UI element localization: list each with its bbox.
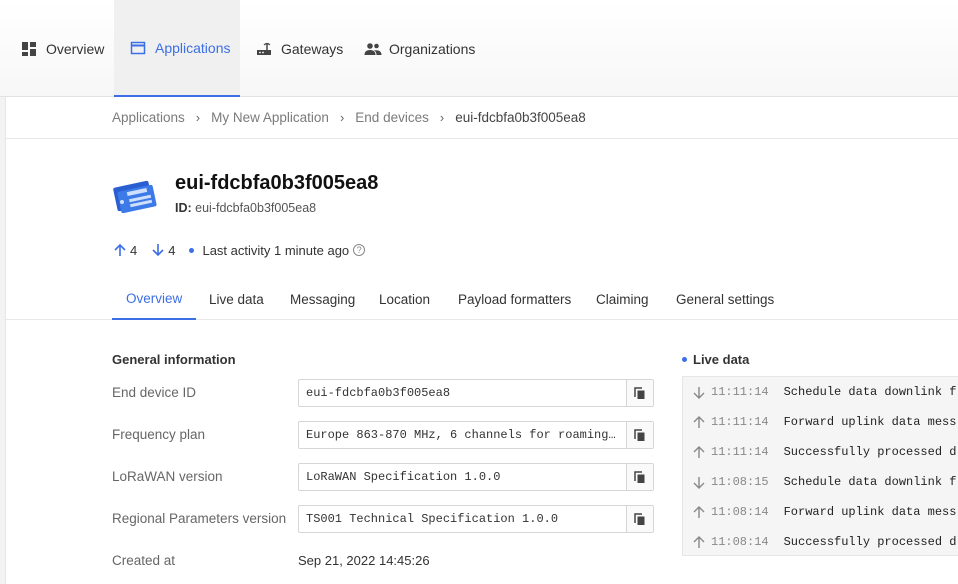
- breadcrumb-end-devices[interactable]: End devices: [355, 110, 429, 125]
- tab-general-settings[interactable]: General settings: [662, 278, 788, 320]
- status-dot: [189, 247, 195, 253]
- arrow-down-icon: [693, 386, 705, 399]
- live-data-title[interactable]: Live data: [682, 352, 749, 367]
- people-icon: [364, 41, 382, 57]
- dashboard-icon: [21, 41, 37, 57]
- live-event-row[interactable]: 11:08:14 Forward uplink data mess: [683, 497, 958, 527]
- nav-organizations-label: Organizations: [389, 40, 476, 57]
- arrow-up-icon: [693, 445, 705, 458]
- breadcrumb-applications[interactable]: Applications: [112, 110, 185, 125]
- lorawan-version-field: LoRaWAN Specification 1.0.0: [298, 463, 654, 491]
- help-icon[interactable]: ?: [353, 244, 366, 256]
- lorawan-version-value[interactable]: LoRaWAN Specification 1.0.0: [299, 464, 626, 490]
- copy-button[interactable]: [626, 380, 653, 406]
- created-at-value: Sep 21, 2022 14:45:26: [298, 553, 430, 568]
- window-icon: [130, 40, 146, 56]
- tab-location[interactable]: Location: [365, 278, 444, 320]
- end-device-icon: [113, 174, 161, 214]
- frequency-plan-label: Frequency plan: [112, 427, 206, 442]
- live-event-row[interactable]: 11:11:14 Forward uplink data mess: [683, 407, 958, 437]
- nav-applications[interactable]: Applications: [114, 0, 240, 97]
- nav-gateways-label: Gateways: [281, 40, 344, 57]
- copy-icon: [634, 470, 645, 483]
- arrow-up-icon: [693, 505, 705, 518]
- regional-parameters-field: TS001 Technical Specification 1.0.0: [298, 505, 654, 533]
- sidebar-strip: [0, 97, 6, 584]
- nav-overview[interactable]: Overview: [8, 0, 117, 97]
- breadcrumb-current-device: eui-fdcbfa0b3f005ea8: [455, 110, 586, 125]
- end-device-id-value[interactable]: eui-fdcbfa0b3f005ea8: [299, 380, 626, 406]
- device-tabs: Overview Live data Messaging Location Pa…: [6, 278, 958, 320]
- nav-overview-label: Overview: [46, 40, 105, 57]
- end-device-id-label: End device ID: [112, 385, 197, 400]
- tab-live-data[interactable]: Live data: [195, 278, 278, 320]
- nav-organizations[interactable]: Organizations: [351, 0, 488, 97]
- breadcrumb-application[interactable]: My New Application: [211, 110, 329, 125]
- page-title: eui-fdcbfa0b3f005ea8: [175, 172, 379, 194]
- nav-applications-label: Applications: [155, 39, 231, 56]
- device-stats: 4 4 Last activity 1 minute ago ?: [113, 240, 379, 260]
- frequency-plan-value[interactable]: Europe 863-870 MHz, 6 channels for roami…: [299, 422, 626, 448]
- frequency-plan-field: Europe 863-870 MHz, 6 channels for roami…: [298, 421, 654, 449]
- live-event-row[interactable]: 11:08:14 Successfully processed d: [683, 527, 958, 555]
- tab-payload-formatters[interactable]: Payload formatters: [444, 278, 585, 320]
- lorawan-version-label: LoRaWAN version: [112, 469, 223, 484]
- router-icon: [256, 41, 272, 57]
- arrow-down-icon: [152, 244, 164, 257]
- chevron-right-icon: ›: [339, 110, 345, 125]
- arrow-up-icon: [693, 535, 705, 548]
- copy-button[interactable]: [626, 506, 653, 532]
- uplink-count: 4: [113, 243, 137, 258]
- general-information-title: General information: [112, 352, 236, 367]
- copy-icon: [634, 428, 645, 441]
- breadcrumb: Applications › My New Application › End …: [6, 97, 958, 139]
- copy-icon: [634, 386, 645, 399]
- last-activity: Last activity 1 minute ago ?: [189, 243, 366, 258]
- regional-parameters-value[interactable]: TS001 Technical Specification 1.0.0: [299, 506, 626, 532]
- created-at-label: Created at: [112, 553, 176, 568]
- arrow-up-icon: [693, 415, 705, 428]
- chevron-right-icon: ›: [439, 110, 445, 125]
- copy-icon: [634, 512, 645, 525]
- tab-overview[interactable]: Overview: [112, 278, 197, 320]
- top-navigation: Overview Applications Gateways Organizat…: [0, 0, 958, 97]
- arrow-up-icon: [114, 243, 126, 256]
- end-device-id-field: eui-fdcbfa0b3f005ea8: [298, 379, 654, 407]
- live-data-panel[interactable]: 11:11:14 Schedule data downlink f 11:11:…: [682, 376, 958, 556]
- chevron-right-icon: ›: [195, 110, 201, 125]
- nav-gateways[interactable]: Gateways: [243, 0, 356, 97]
- device-id-value: eui-fdcbfa0b3f005ea8: [195, 201, 317, 215]
- copy-button[interactable]: [626, 422, 653, 448]
- live-status-dot: [682, 357, 687, 362]
- live-event-row[interactable]: 11:11:14 Schedule data downlink f: [683, 377, 958, 407]
- regional-parameters-label: Regional Parameters version: [112, 511, 287, 526]
- arrow-down-icon: [693, 476, 705, 489]
- copy-button[interactable]: [626, 464, 653, 490]
- live-event-row[interactable]: 11:11:14 Successfully processed d: [683, 437, 958, 467]
- tab-messaging[interactable]: Messaging: [276, 278, 369, 320]
- live-event-row[interactable]: 11:08:15 Schedule data downlink f: [683, 467, 958, 497]
- tab-claiming[interactable]: Claiming: [582, 278, 663, 320]
- device-id-label: ID:: [175, 201, 192, 215]
- device-id-row: ID: eui-fdcbfa0b3f005ea8: [175, 201, 316, 215]
- downlink-count: 4: [151, 243, 175, 258]
